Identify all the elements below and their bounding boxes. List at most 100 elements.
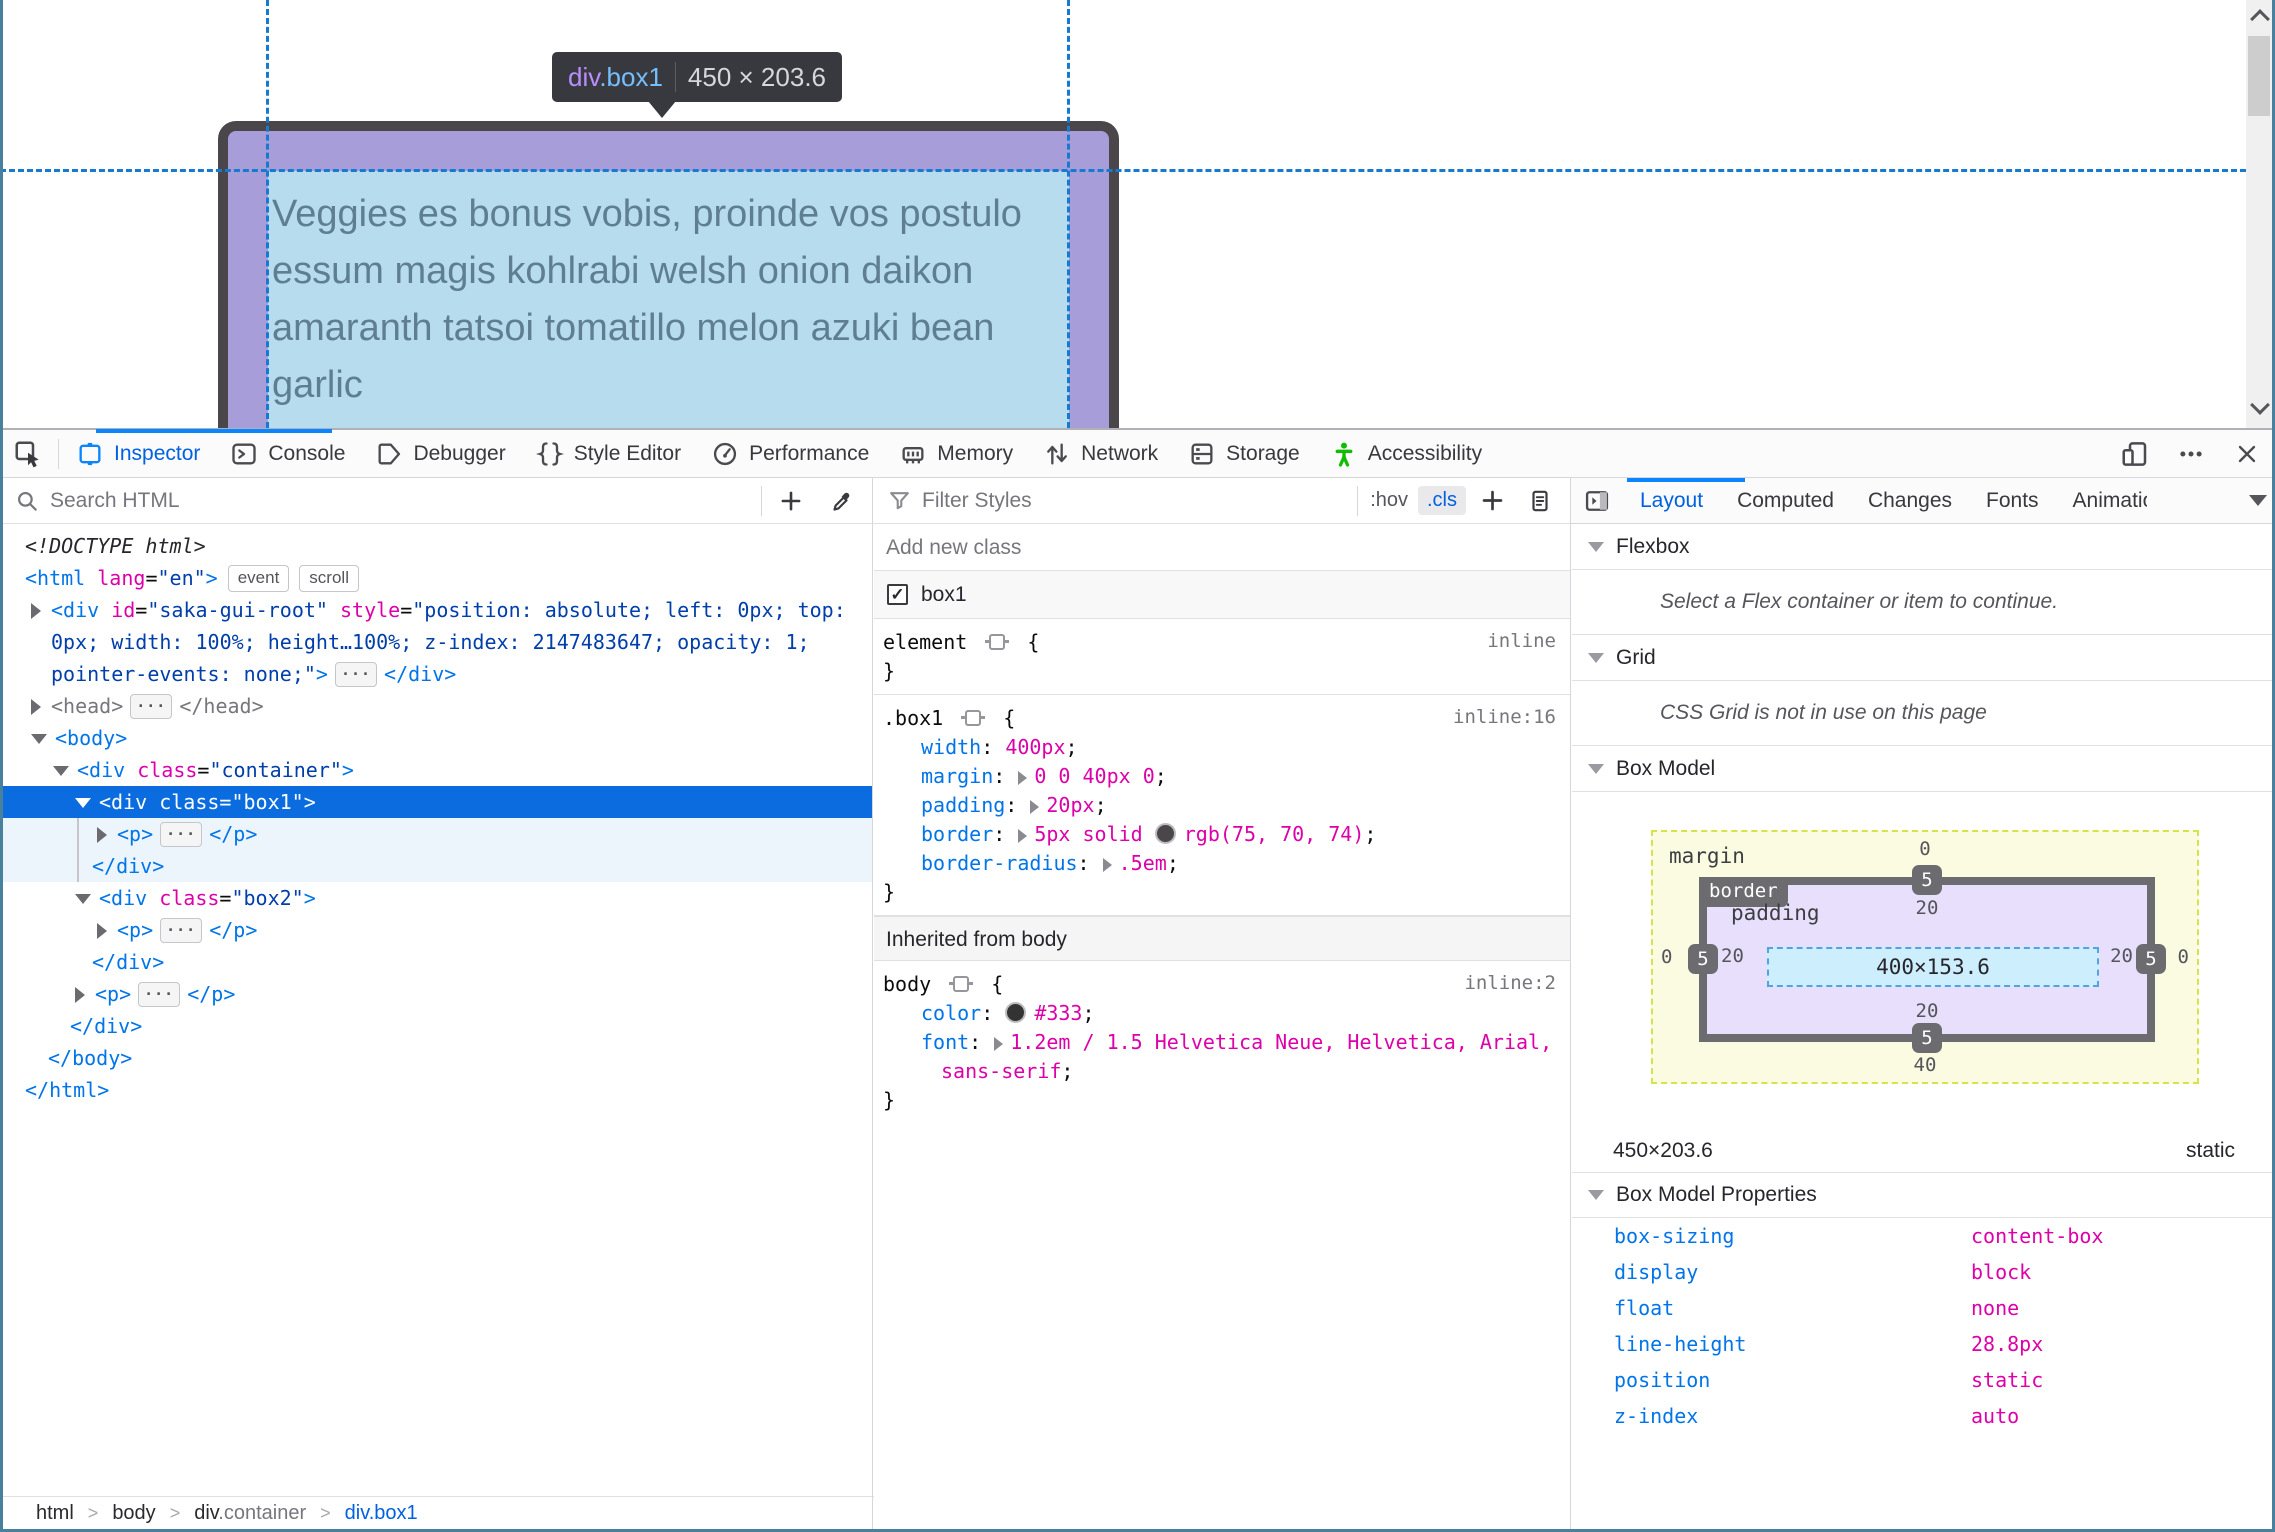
tab-performance[interactable]: Performance <box>696 430 884 477</box>
tab-network[interactable]: Network <box>1028 430 1173 477</box>
box-model-margin-region[interactable]: margin 0 0 0 40 border padding 20 20 20 … <box>1651 830 2199 1084</box>
sidebar-tabs-overflow-icon[interactable] <box>2249 495 2267 506</box>
breadcrumb-item[interactable]: body <box>112 1502 155 1525</box>
grid-section-header[interactable]: Grid <box>1572 635 2275 681</box>
sidebar-tab-animations[interactable]: Animations <box>2056 489 2147 513</box>
padding-top-value[interactable]: 20 <box>1916 897 1939 919</box>
css-declaration-wrap[interactable]: sans-serif; <box>883 1057 1570 1086</box>
rule-source-link[interactable]: inline:2 <box>1464 972 1556 994</box>
css-declaration[interactable]: border: 5px solid rgb(75, 70, 74); <box>883 820 1570 849</box>
sidebar-tab-computed[interactable]: Computed <box>1720 489 1851 513</box>
print-simulation-button[interactable] <box>1518 488 1562 514</box>
markup-row[interactable]: <div class="container"> <box>0 754 872 786</box>
pick-element-button[interactable] <box>0 430 56 477</box>
sidebar-toggle-button[interactable] <box>1571 478 1623 523</box>
padding-right-value[interactable]: 20 <box>2110 945 2133 967</box>
toolbox-controls <box>2107 430 2275 477</box>
close-devtools-button[interactable] <box>2219 430 2275 477</box>
markup-row[interactable]: <p> ··· </p> <box>0 914 872 946</box>
breadcrumb-item-active[interactable]: div.box1 <box>345 1502 418 1525</box>
border-left-value[interactable]: 5 <box>1688 944 1718 974</box>
tab-debugger[interactable]: Debugger <box>360 430 520 477</box>
filter-icon <box>887 488 912 513</box>
tab-label: Inspector <box>114 441 201 465</box>
margin-bottom-value[interactable]: 40 <box>1914 1054 1937 1076</box>
padding-bottom-value[interactable]: 20 <box>1916 1000 1939 1022</box>
margin-top-value[interactable]: 0 <box>1919 838 1930 860</box>
border-bottom-value[interactable]: 5 <box>1912 1023 1942 1053</box>
breadcrumb-item[interactable]: div.container <box>194 1502 306 1525</box>
sidebar-tab-changes[interactable]: Changes <box>1851 489 1969 513</box>
breadcrumb-separator-icon: > <box>87 1503 99 1523</box>
scrollbar-thumb[interactable] <box>2248 36 2270 116</box>
padding-left-value[interactable]: 20 <box>1721 945 1744 967</box>
css-declaration[interactable]: padding: 20px; <box>883 791 1570 820</box>
element-style-rule[interactable]: element { } inline <box>874 619 1570 695</box>
markup-row[interactable]: </body> <box>0 1042 872 1074</box>
add-rule-button[interactable] <box>1470 487 1514 514</box>
pseudo-class-hov-button[interactable]: :hov <box>1364 486 1414 515</box>
box-model-properties-header[interactable]: Box Model Properties <box>1572 1172 2275 1218</box>
scroll-down-arrow-icon[interactable] <box>2250 395 2270 415</box>
markup-row[interactable]: <html lang="en"> event scroll <box>0 562 872 594</box>
markup-row[interactable]: 0px; width: 100%; height…100%; z-index: … <box>0 626 872 658</box>
class-checkbox[interactable]: ✓ <box>887 584 908 605</box>
console-icon <box>230 440 258 468</box>
markup-row-selected[interactable]: <div class="box1"> <box>0 786 872 818</box>
margin-right-value[interactable]: 0 <box>2178 946 2189 968</box>
scroll-up-arrow-icon[interactable] <box>2250 9 2270 29</box>
markup-row[interactable]: <div id="saka-gui-root" style="position:… <box>0 594 872 626</box>
box-model-section-header[interactable]: Box Model <box>1572 746 2275 792</box>
tab-storage[interactable]: Storage <box>1173 430 1315 477</box>
panel-divider[interactable] <box>1570 478 1571 1529</box>
markup-row[interactable]: <head> ··· </head> <box>0 690 872 722</box>
markup-row[interactable]: </html> <box>0 1074 872 1106</box>
flexbox-section-header[interactable]: Flexbox <box>1572 524 2275 570</box>
search-input[interactable]: Search HTML <box>50 489 180 513</box>
markup-row[interactable]: <p> ··· </p> <box>0 818 872 850</box>
body-style-rule[interactable]: body { color: #333; font: 1.2em / 1.5 He… <box>874 961 1570 1123</box>
css-declaration[interactable]: width: 400px; <box>883 733 1570 762</box>
search-icon <box>14 488 40 514</box>
sidebar-tab-layout[interactable]: Layout <box>1623 489 1720 513</box>
breadcrumb-item[interactable]: html <box>36 1502 74 1525</box>
rule-source-link[interactable]: inline:16 <box>1453 706 1556 728</box>
border-right-value[interactable]: 5 <box>2136 944 2166 974</box>
eyedropper-button[interactable] <box>818 488 864 514</box>
box-model-border-region[interactable]: border padding 20 20 20 20 400×153.6 <box>1699 877 2155 1042</box>
css-declaration[interactable]: font: 1.2em / 1.5 Helvetica Neue, Helvet… <box>883 1028 1570 1057</box>
markup-row[interactable]: </div> <box>0 1010 872 1042</box>
markup-row[interactable]: <body> <box>0 722 872 754</box>
css-declaration[interactable]: color: #333; <box>883 999 1570 1028</box>
markup-row[interactable]: pointer-events: none;"> ··· </div> <box>0 658 872 690</box>
panel-divider[interactable] <box>872 478 873 1529</box>
markup-row[interactable]: </div> <box>0 850 872 882</box>
rule-source-link[interactable]: inline <box>1487 630 1556 652</box>
margin-left-value[interactable]: 0 <box>1661 946 1672 968</box>
css-declaration[interactable]: margin: 0 0 40px 0; <box>883 762 1570 791</box>
add-node-button[interactable] <box>768 488 814 514</box>
add-new-class-input[interactable]: Add new class <box>874 524 1570 571</box>
markup-view: <!DOCTYPE html> <html lang="en"> event scr… <box>0 524 872 1496</box>
class-panel-toggle-button[interactable]: .cls <box>1418 486 1466 515</box>
box-model-content-region[interactable]: 400×153.6 <box>1767 947 2099 987</box>
sidebar-tab-fonts[interactable]: Fonts <box>1969 489 2056 513</box>
chevron-down-icon <box>1588 652 1604 663</box>
markup-row[interactable]: <p> ··· </p> <box>0 978 872 1010</box>
meatball-menu-button[interactable] <box>2163 430 2219 477</box>
tab-console[interactable]: Console <box>215 430 360 477</box>
property-name: float <box>1614 1296 1675 1320</box>
tab-inspector[interactable]: Inspector <box>61 430 215 477</box>
box1-style-rule[interactable]: .box1 { width: 400px; margin: 0 0 40px 0… <box>874 695 1570 916</box>
markup-row[interactable]: <!DOCTYPE html> <box>0 530 872 562</box>
tab-memory[interactable]: Memory <box>884 430 1028 477</box>
filter-styles-input[interactable]: Filter Styles <box>922 489 1032 513</box>
css-declaration[interactable]: border-radius: .5em; <box>883 849 1570 878</box>
page-scrollbar[interactable] <box>2246 0 2272 428</box>
markup-row[interactable]: </div> <box>0 946 872 978</box>
responsive-design-mode-button[interactable] <box>2107 430 2163 477</box>
tab-accessibility[interactable]: Accessibility <box>1315 430 1497 477</box>
markup-row[interactable]: <div class="box2"> <box>0 882 872 914</box>
border-top-value[interactable]: 5 <box>1912 865 1942 895</box>
tab-style-editor[interactable]: Style Editor <box>521 430 696 477</box>
